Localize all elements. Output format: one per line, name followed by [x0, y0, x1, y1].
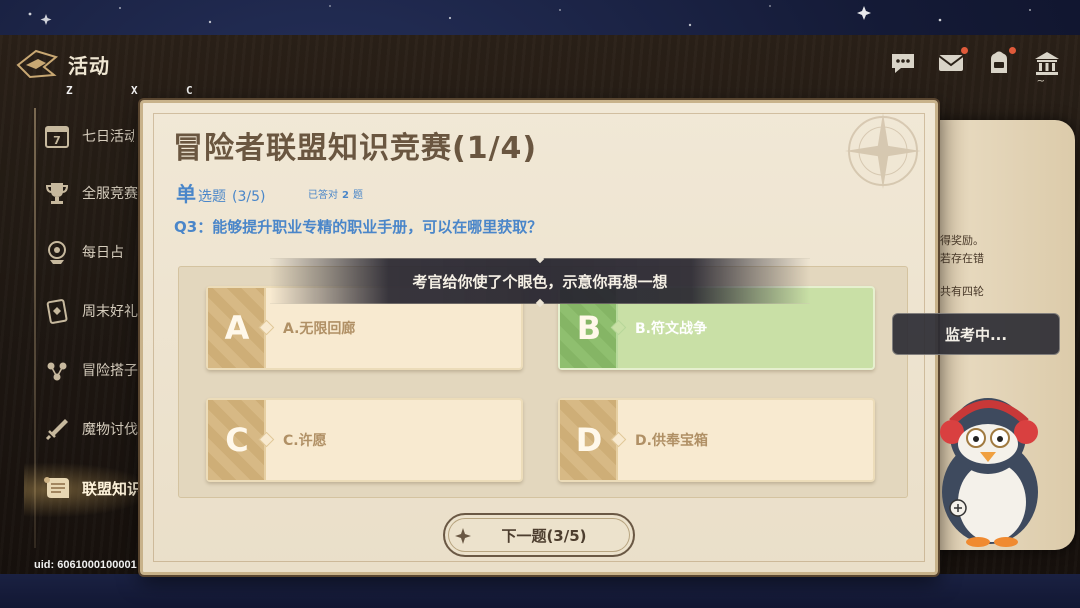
sidebar-item-label: 全服竞赛: [82, 186, 138, 202]
sidebar-item-weekend-gift[interactable]: 周末好礼: [40, 291, 140, 331]
partner-icon: [40, 353, 74, 387]
compass-icon: [845, 113, 921, 189]
examiner-hint-toast: 考官给你使了个眼色，示意你再想一想: [270, 254, 810, 308]
sidebar-item-label: 魔物讨伐: [82, 422, 138, 438]
chat-icon[interactable]: [888, 48, 918, 78]
option-text: C.许愿: [283, 433, 327, 449]
sidebar-item-label: 冒险搭子: [82, 363, 138, 379]
option-letter: C: [225, 421, 249, 459]
bottom-sky-band: [0, 574, 1080, 608]
calendar-7-icon: 7: [40, 119, 74, 153]
sidebar-item-label: 七日活动: [82, 129, 134, 145]
question-text: Q3：能够提升职业专精的职业手册，可以在哪里获取？: [174, 218, 543, 236]
next-button-label: 下一题(3/5): [501, 526, 587, 545]
correct-count: 已答对 2 题: [308, 186, 363, 201]
fortune-icon: [40, 235, 74, 269]
tilde-hint: ~: [1036, 76, 1045, 87]
key-hint-z: Z: [66, 84, 73, 97]
quiz-card: 冒险者联盟知识竞赛(1/4) 单 选题 (3/5) 已答对 2 题 Q3：能够提升职…: [140, 100, 938, 575]
sidebar-item-seven-day[interactable]: 7 七日活动: [40, 116, 134, 156]
option-letter: A: [224, 309, 250, 347]
svg-text:7: 7: [53, 134, 61, 147]
scroll-icon: [40, 471, 74, 505]
gift-card-icon: [40, 294, 74, 328]
sword-icon: [40, 412, 74, 446]
option-letter: D: [575, 421, 603, 459]
monitoring-label: 监考中...: [944, 325, 1008, 344]
key-hint-c: C: [186, 84, 193, 97]
mail-notification-dot: [961, 47, 968, 54]
correct-number: 2: [342, 190, 349, 201]
top-icon-bar: [888, 47, 1062, 78]
correct-unit: 题: [352, 190, 363, 201]
sidebar-item-adventure-partner[interactable]: 冒险搭子: [40, 350, 140, 390]
sparkle-icon: [455, 528, 471, 544]
activity-logo-icon: [16, 49, 59, 79]
sidebar-item-monster-hunt[interactable]: 魔物讨伐: [40, 409, 140, 449]
user-id: uid: 6061000100001: [34, 559, 137, 571]
sidebar-item-label: 联盟知识: [82, 479, 138, 498]
penguin-mascot-icon: [940, 398, 1038, 547]
question-type-main: 单: [176, 182, 196, 206]
sidebar-item-daily-fortune[interactable]: 每日占卜: [40, 232, 126, 272]
header: 活动: [14, 44, 110, 84]
sidebar-item-alliance-knowledge[interactable]: 联盟知识: [40, 468, 138, 508]
book-text-line: 得奖励。: [940, 234, 984, 247]
sidebar-item-server-contest[interactable]: 全服竞赛: [40, 173, 140, 213]
page-title: 活动: [68, 53, 110, 78]
quiz-title: 冒险者联盟知识竞赛(1/4): [173, 131, 538, 166]
toast-text: 考官给你使了个眼色，示意你再想一想: [412, 272, 668, 291]
trophy-icon: [40, 176, 74, 210]
book-text-line: 共有四轮: [940, 285, 984, 298]
backpack-notification-dot: [1009, 47, 1016, 54]
key-hint-x: X: [131, 84, 138, 97]
option-d[interactable]: D D.供奉宝箱: [558, 398, 875, 482]
backpack-icon[interactable]: [984, 47, 1016, 78]
sidebar-item-label: 周末好礼: [82, 304, 138, 320]
mail-icon[interactable]: [936, 47, 968, 78]
option-text: D.供奉宝箱: [635, 433, 708, 449]
question-type-rest: 选题: [198, 189, 226, 205]
sidebar-item-label: 每日占卜: [82, 245, 126, 261]
question-type: 单 选题 (3/5): [176, 178, 265, 207]
monitoring-status: 监考中...: [892, 313, 1060, 355]
correct-label: 已答对: [308, 190, 338, 201]
bank-icon[interactable]: [1032, 48, 1062, 78]
book-text-line: 若存在错: [940, 252, 984, 265]
question-progress: (3/5): [232, 189, 266, 205]
next-question-button[interactable]: 下一题(3/5): [443, 513, 635, 557]
option-c[interactable]: C C.许愿: [206, 398, 523, 482]
